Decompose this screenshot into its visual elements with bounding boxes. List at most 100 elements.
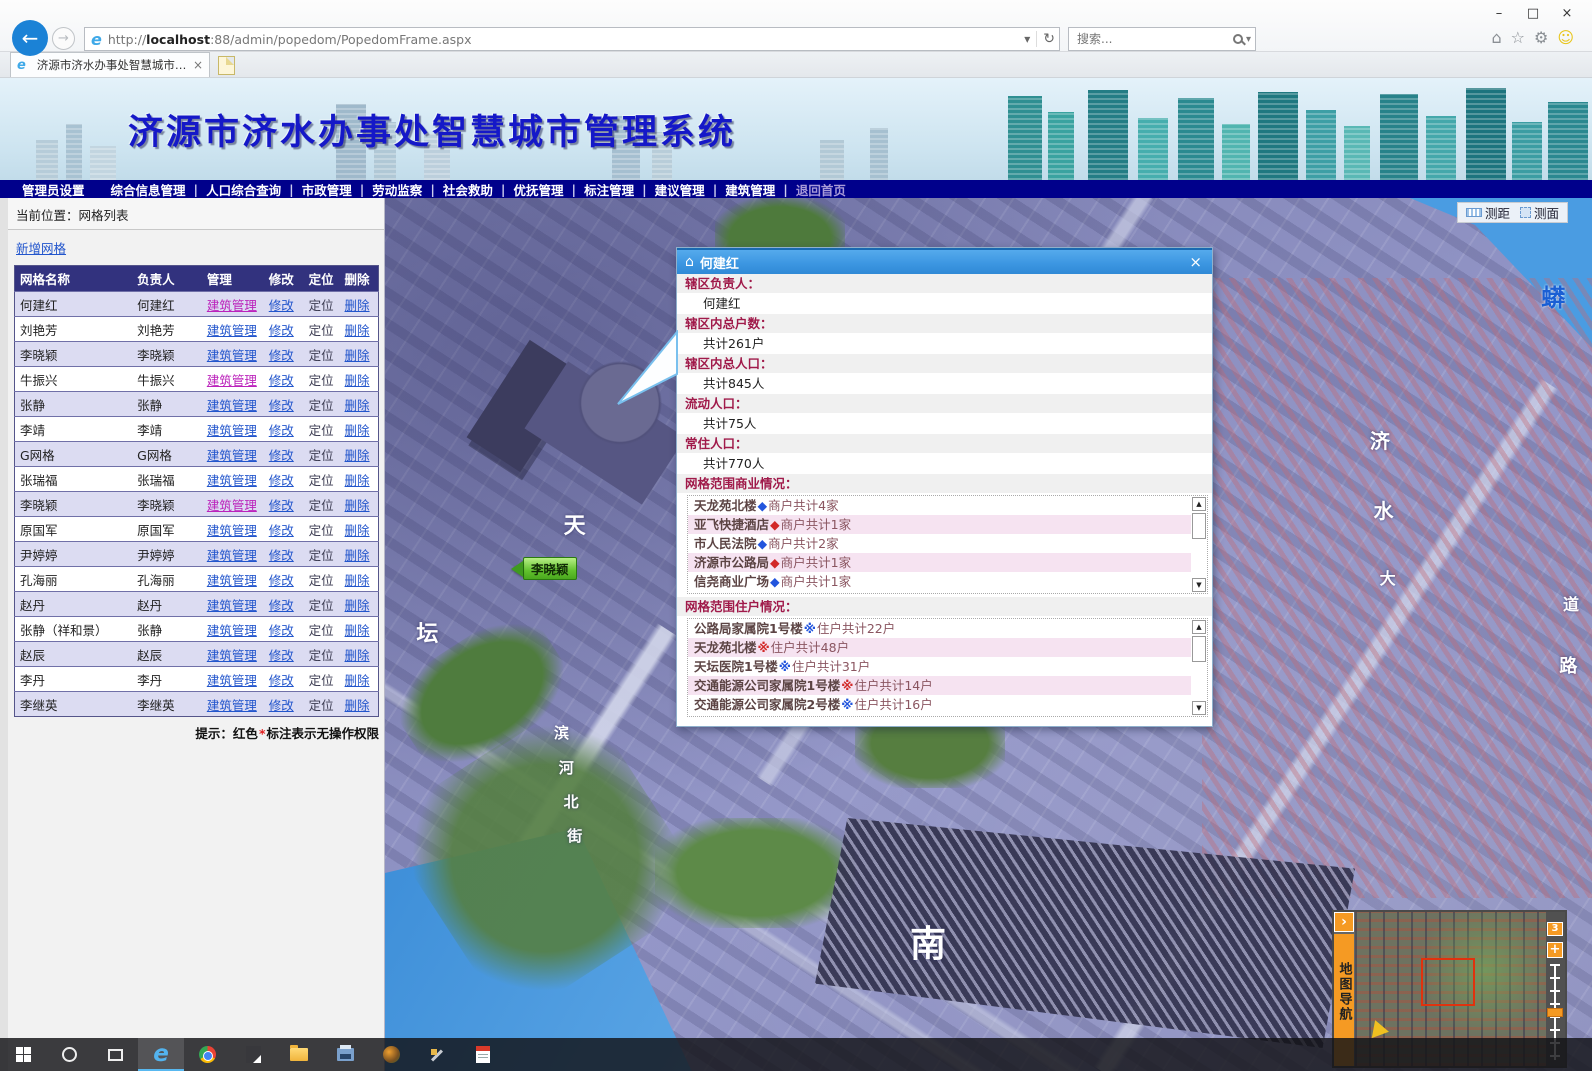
edit-link[interactable]: 修改 bbox=[269, 348, 294, 363]
locate-action[interactable]: 定位 bbox=[309, 673, 334, 688]
locate-action[interactable]: 定位 bbox=[309, 323, 334, 338]
building-manage-link[interactable]: 建筑管理 bbox=[207, 573, 257, 588]
edit-link[interactable]: 修改 bbox=[269, 373, 294, 388]
settings-gear-icon[interactable]: ⚙ bbox=[1534, 30, 1548, 46]
building-manage-link[interactable]: 建筑管理 bbox=[207, 598, 257, 613]
browser-search-box[interactable]: ▾ bbox=[1068, 27, 1256, 51]
list-item[interactable]: 亚飞快捷酒店◆商户共计1家 bbox=[688, 515, 1191, 534]
taskbar-ie-button[interactable]: e bbox=[138, 1038, 184, 1071]
minimap-expand-button[interactable]: › bbox=[1334, 912, 1354, 932]
building-manage-link[interactable]: 建筑管理 bbox=[207, 698, 257, 713]
add-grid-link[interactable]: 新增网格 bbox=[16, 241, 66, 256]
delete-link[interactable]: 删除 bbox=[345, 298, 370, 313]
search-input[interactable] bbox=[1077, 32, 1233, 46]
building-manage-link[interactable]: 建筑管理 bbox=[207, 648, 257, 663]
delete-link[interactable]: 删除 bbox=[345, 423, 370, 438]
scroll-up-icon[interactable]: ▲ bbox=[1192, 497, 1206, 511]
list-item[interactable]: 交通能源公司家属院1号楼※住户共计14户 bbox=[688, 676, 1191, 695]
building-manage-link[interactable]: 建筑管理 bbox=[207, 423, 257, 438]
taskbar-build-tools-button[interactable] bbox=[414, 1038, 460, 1071]
taskbar-start-button[interactable] bbox=[0, 1038, 46, 1071]
list-scrollbar[interactable]: ▲▼ bbox=[1192, 619, 1207, 716]
browser-forward-button[interactable]: → bbox=[52, 27, 75, 50]
locate-action[interactable]: 定位 bbox=[309, 473, 334, 488]
tab-close-icon[interactable]: × bbox=[193, 58, 203, 72]
locate-action[interactable]: 定位 bbox=[309, 548, 334, 563]
edit-link[interactable]: 修改 bbox=[269, 448, 294, 463]
locate-action[interactable]: 定位 bbox=[309, 698, 334, 713]
favorites-star-icon[interactable]: ☆ bbox=[1511, 30, 1525, 46]
scroll-up-icon[interactable]: ▲ bbox=[1192, 620, 1206, 634]
locate-action[interactable]: 定位 bbox=[309, 373, 334, 388]
search-dropdown-icon[interactable]: ▾ bbox=[1246, 34, 1251, 45]
minimap-viewport-rect[interactable] bbox=[1421, 958, 1475, 1006]
delete-link[interactable]: 删除 bbox=[345, 698, 370, 713]
scroll-thumb[interactable] bbox=[1192, 636, 1206, 662]
list-item[interactable]: 市人民法院◆商户共计2家 bbox=[688, 534, 1191, 553]
list-item[interactable]: 公路局家属院1号楼※住户共计22户 bbox=[688, 619, 1191, 638]
edit-link[interactable]: 修改 bbox=[269, 473, 294, 488]
locate-action[interactable]: 定位 bbox=[309, 648, 334, 663]
building-manage-link[interactable]: 建筑管理 bbox=[207, 473, 257, 488]
delete-link[interactable]: 删除 bbox=[345, 598, 370, 613]
map-viewport[interactable]: 天坛滨河北街南济水大道路蟒 测距 测面 李晓颖 ⌂ 何建红 × bbox=[385, 198, 1592, 1071]
taskbar-notepad-button[interactable] bbox=[230, 1038, 276, 1071]
edit-link[interactable]: 修改 bbox=[269, 423, 294, 438]
measure-area-button[interactable]: 测面 bbox=[1520, 203, 1559, 222]
nav-item-9[interactable]: 建议管理 bbox=[647, 180, 713, 199]
building-manage-link[interactable]: 建筑管理 bbox=[207, 398, 257, 413]
locate-action[interactable]: 定位 bbox=[309, 498, 334, 513]
building-manage-link[interactable]: 建筑管理 bbox=[207, 673, 257, 688]
edit-link[interactable]: 修改 bbox=[269, 498, 294, 513]
locate-action[interactable]: 定位 bbox=[309, 398, 334, 413]
building-manage-link[interactable]: 建筑管理 bbox=[207, 623, 257, 638]
business-list[interactable]: 天龙苑北楼◆商户共计4家亚飞快捷酒店◆商户共计1家市人民法院◆商户共计2家济源市… bbox=[687, 495, 1208, 594]
nav-item-home[interactable]: 退回首页 bbox=[788, 180, 854, 199]
edit-link[interactable]: 修改 bbox=[269, 573, 294, 588]
browser-tab[interactable]: e 济源市济水办事处智慧城市… × bbox=[10, 52, 210, 77]
delete-link[interactable]: 删除 bbox=[345, 498, 370, 513]
nav-item-6[interactable]: 社会救助 bbox=[435, 180, 501, 199]
locate-action[interactable]: 定位 bbox=[309, 623, 334, 638]
list-item[interactable]: 交通能源公司家属院2号楼※住户共计16户 bbox=[688, 695, 1191, 714]
locate-action[interactable]: 定位 bbox=[309, 598, 334, 613]
locate-action[interactable]: 定位 bbox=[309, 298, 334, 313]
search-magnifier-icon[interactable] bbox=[1233, 34, 1243, 44]
taskbar-file-explorer-button[interactable] bbox=[276, 1038, 322, 1071]
nav-item-10[interactable]: 建筑管理 bbox=[717, 180, 783, 199]
nav-item-7[interactable]: 优抚管理 bbox=[505, 180, 571, 199]
edit-link[interactable]: 修改 bbox=[269, 648, 294, 663]
scroll-down-icon[interactable]: ▼ bbox=[1192, 578, 1206, 592]
edit-link[interactable]: 修改 bbox=[269, 698, 294, 713]
building-manage-link[interactable]: 建筑管理 bbox=[207, 323, 257, 338]
taskbar-task-view-button[interactable] bbox=[92, 1038, 138, 1071]
building-manage-link[interactable]: 建筑管理 bbox=[207, 448, 257, 463]
edit-link[interactable]: 修改 bbox=[269, 323, 294, 338]
list-item[interactable]: 天龙苑北楼※住户共计48户 bbox=[688, 638, 1191, 657]
edit-link[interactable]: 修改 bbox=[269, 298, 294, 313]
delete-link[interactable]: 删除 bbox=[345, 648, 370, 663]
locate-action[interactable]: 定位 bbox=[309, 573, 334, 588]
taskbar-media-app-button[interactable] bbox=[368, 1038, 414, 1071]
scroll-down-icon[interactable]: ▼ bbox=[1192, 701, 1206, 715]
feedback-smiley-icon[interactable]: ☺ bbox=[1557, 30, 1574, 46]
map-marker[interactable]: 李晓颖 bbox=[503, 557, 577, 580]
delete-link[interactable]: 删除 bbox=[345, 473, 370, 488]
edit-link[interactable]: 修改 bbox=[269, 598, 294, 613]
new-tab-button[interactable] bbox=[218, 56, 235, 75]
edit-link[interactable]: 修改 bbox=[269, 398, 294, 413]
building-manage-link[interactable]: 建筑管理 bbox=[207, 548, 257, 563]
building-manage-link[interactable]: 建筑管理 bbox=[207, 523, 257, 538]
building-manage-link[interactable]: 建筑管理 bbox=[207, 373, 257, 388]
building-manage-link[interactable]: 建筑管理 bbox=[207, 498, 257, 513]
taskbar-cortana-search-button[interactable] bbox=[46, 1038, 92, 1071]
locate-action[interactable]: 定位 bbox=[309, 448, 334, 463]
zoom-slider-handle[interactable] bbox=[1547, 1008, 1563, 1017]
delete-link[interactable]: 删除 bbox=[345, 548, 370, 563]
delete-link[interactable]: 删除 bbox=[345, 573, 370, 588]
scroll-thumb[interactable] bbox=[1192, 513, 1206, 539]
url-text[interactable]: http://localhost:88/admin/popedom/Popedo… bbox=[108, 32, 1024, 47]
delete-link[interactable]: 删除 bbox=[345, 373, 370, 388]
building-manage-link[interactable]: 建筑管理 bbox=[207, 348, 257, 363]
taskbar-document-app-button[interactable] bbox=[460, 1038, 506, 1071]
